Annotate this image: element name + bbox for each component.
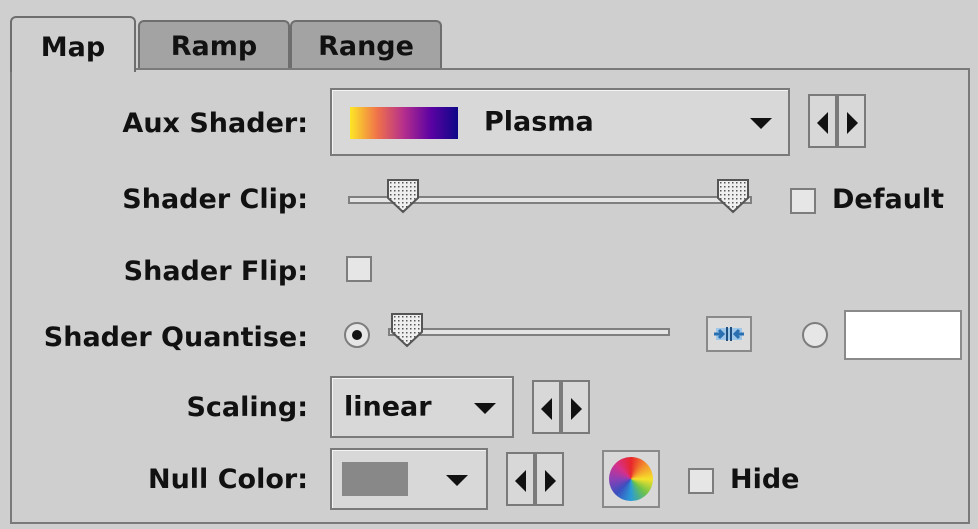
aux-shader-value: Plasma xyxy=(484,106,594,138)
scaling-label: Scaling: xyxy=(186,392,308,423)
previous-button[interactable] xyxy=(808,94,837,148)
tab-map[interactable]: Map xyxy=(10,16,136,72)
previous-button[interactable] xyxy=(532,380,561,434)
shader-flip-checkbox[interactable] xyxy=(346,256,372,282)
null-color-stepper[interactable] xyxy=(506,452,564,506)
color-chooser-button[interactable] xyxy=(602,450,660,508)
shader-quantise-track[interactable] xyxy=(388,328,670,336)
radio-selected-dot xyxy=(352,330,362,340)
scaling-value: linear xyxy=(344,391,432,423)
chevron-down-icon xyxy=(446,475,468,486)
aux-shader-label: Aux Shader: xyxy=(122,108,308,139)
quantise-slider-radio[interactable] xyxy=(344,322,370,348)
shader-clip-high-thumb[interactable] xyxy=(716,178,750,214)
shader-quantise-label: Shader Quantise: xyxy=(43,322,308,353)
next-button[interactable] xyxy=(837,94,866,148)
default-label: Default xyxy=(832,184,945,215)
chevron-down-icon xyxy=(474,403,496,414)
scaling-stepper[interactable] xyxy=(532,380,590,434)
left-arrow-icon xyxy=(817,112,828,134)
scaling-select[interactable]: linear xyxy=(330,376,514,438)
plasma-gradient-swatch xyxy=(350,107,458,139)
color-wheel-icon xyxy=(609,457,653,501)
left-arrow-icon xyxy=(541,398,552,420)
tab-label: Ramp xyxy=(170,31,258,62)
shader-quantise-thumb[interactable] xyxy=(390,312,424,348)
tab-ramp[interactable]: Ramp xyxy=(138,20,290,70)
aux-shader-select[interactable]: Plasma xyxy=(330,88,790,156)
reset-quantise-button[interactable] xyxy=(706,316,752,352)
shader-clip-low-thumb[interactable] xyxy=(386,178,420,214)
hide-label: Hide xyxy=(730,464,800,495)
left-arrow-icon xyxy=(515,470,526,492)
right-arrow-icon xyxy=(571,398,582,420)
chevron-down-icon xyxy=(750,118,772,129)
default-checkbox[interactable] xyxy=(790,188,816,214)
quantise-text-input[interactable] xyxy=(844,310,962,360)
null-color-select[interactable] xyxy=(330,448,488,510)
null-color-swatch xyxy=(342,462,408,496)
map-panel: Aux Shader: Plasma Shader Clip: Default … xyxy=(10,68,970,524)
previous-button[interactable] xyxy=(506,452,535,506)
next-button[interactable] xyxy=(561,380,590,434)
tab-label: Range xyxy=(318,31,414,62)
tab-label: Map xyxy=(40,32,106,63)
hide-checkbox[interactable] xyxy=(688,468,714,494)
tab-range[interactable]: Range xyxy=(290,20,442,70)
null-color-label: Null Color: xyxy=(147,464,308,495)
shader-clip-label: Shader Clip: xyxy=(122,184,308,215)
right-arrow-icon xyxy=(847,112,858,134)
next-button[interactable] xyxy=(535,452,564,506)
right-arrow-icon xyxy=(545,470,556,492)
aux-shader-stepper[interactable] xyxy=(808,94,866,148)
quantise-text-radio[interactable] xyxy=(802,322,828,348)
compress-icon xyxy=(714,327,744,341)
shader-flip-label: Shader Flip: xyxy=(123,256,308,287)
